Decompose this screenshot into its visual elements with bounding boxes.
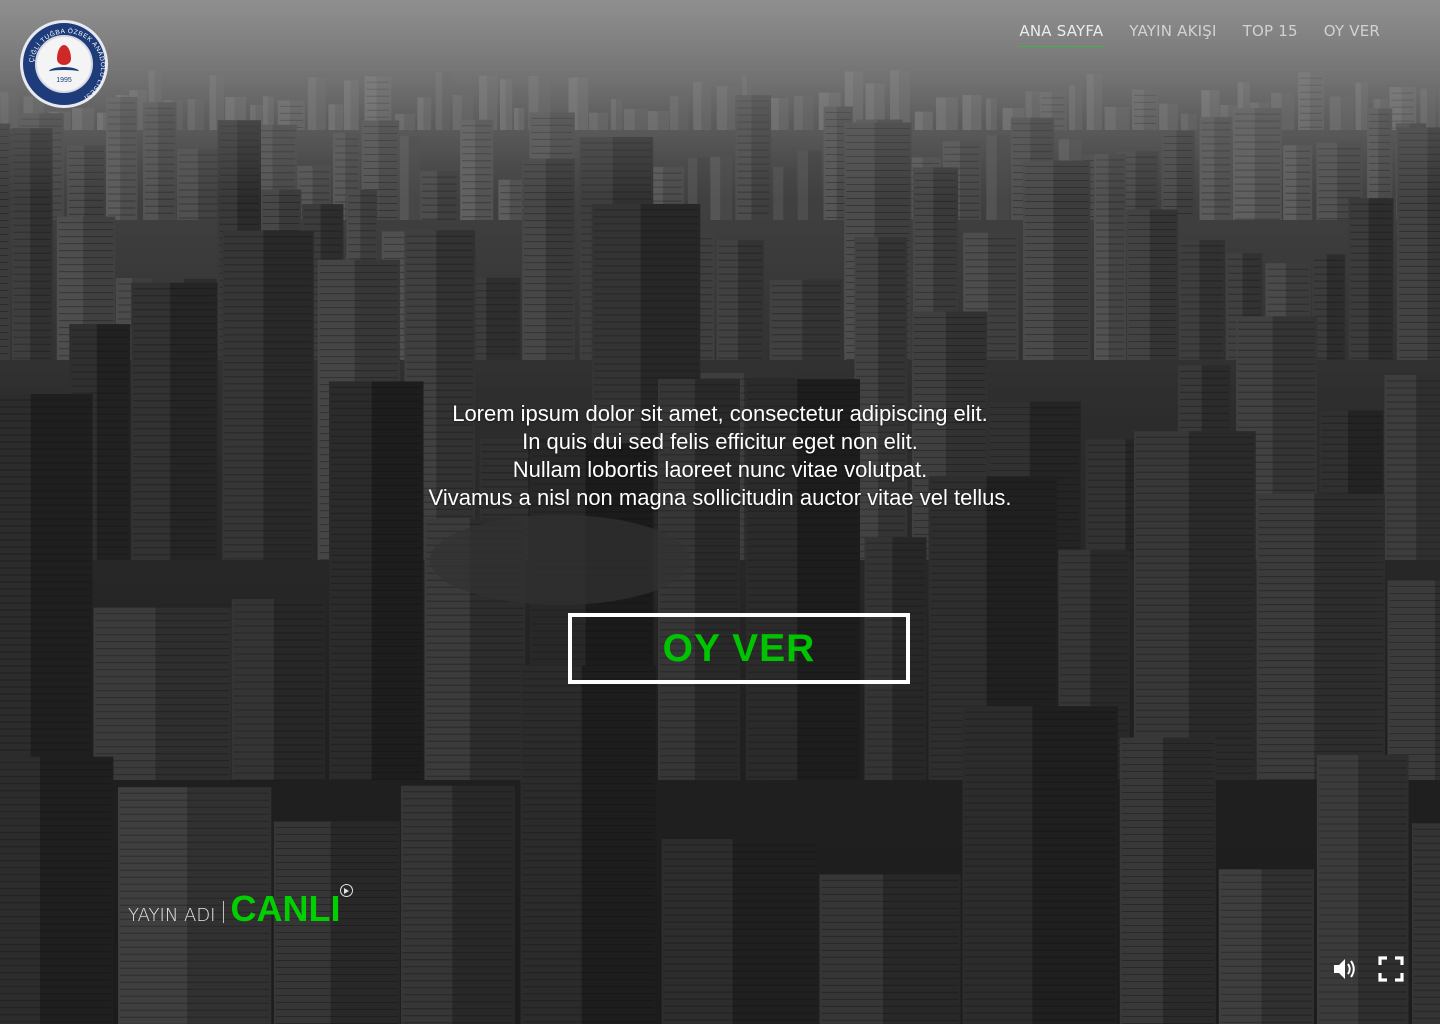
- player-controls: [1332, 955, 1404, 983]
- nav-item-yayin-akisi[interactable]: YAYIN AKIŞI: [1129, 22, 1216, 47]
- school-logo[interactable]: ÇİĞLİ TUĞBA ÖZBEK ANADOLU LİSESİ 1995: [20, 20, 108, 108]
- vote-button[interactable]: OY VER: [568, 613, 910, 684]
- hero-text: Lorem ipsum dolor sit amet, consectetur …: [0, 400, 1440, 512]
- fullscreen-icon[interactable]: [1378, 955, 1404, 983]
- live-broadcast-label: YAYIN ADI CANLI: [128, 884, 353, 930]
- logo-ring-text: ÇİĞLİ TUĞBA ÖZBEK ANADOLU LİSESİ: [28, 27, 106, 103]
- main-nav: ANA SAYFA YAYIN AKIŞI TOP 15 OY VER: [1019, 22, 1380, 47]
- live-status: CANLI: [230, 888, 341, 929]
- hero-line-3: Nullam lobortis laoreet nunc vitae volut…: [512, 457, 928, 482]
- nav-item-top-15[interactable]: TOP 15: [1243, 22, 1298, 47]
- nav-item-oy-ver[interactable]: OY VER: [1324, 22, 1380, 47]
- vote-button-label: OY VER: [662, 626, 816, 670]
- hero-line-2: In quis dui sed felis efficitur eget non…: [522, 429, 918, 454]
- hero-line-1: Lorem ipsum dolor sit amet, consectetur …: [452, 401, 988, 426]
- separator: [222, 901, 224, 923]
- background-city-image: [0, 0, 1440, 1024]
- hero-line-4: Vivamus a nisl non magna sollicitudin au…: [428, 485, 1012, 510]
- svg-text:ÇİĞLİ TUĞBA ÖZBEK ANADOLU LİSE: ÇİĞLİ TUĞBA ÖZBEK ANADOLU LİSESİ: [28, 27, 106, 103]
- volume-icon[interactable]: [1332, 955, 1358, 983]
- nav-item-ana-sayfa[interactable]: ANA SAYFA: [1019, 22, 1104, 47]
- play-circle-icon[interactable]: [339, 884, 353, 897]
- broadcast-name: YAYIN ADI: [128, 905, 216, 926]
